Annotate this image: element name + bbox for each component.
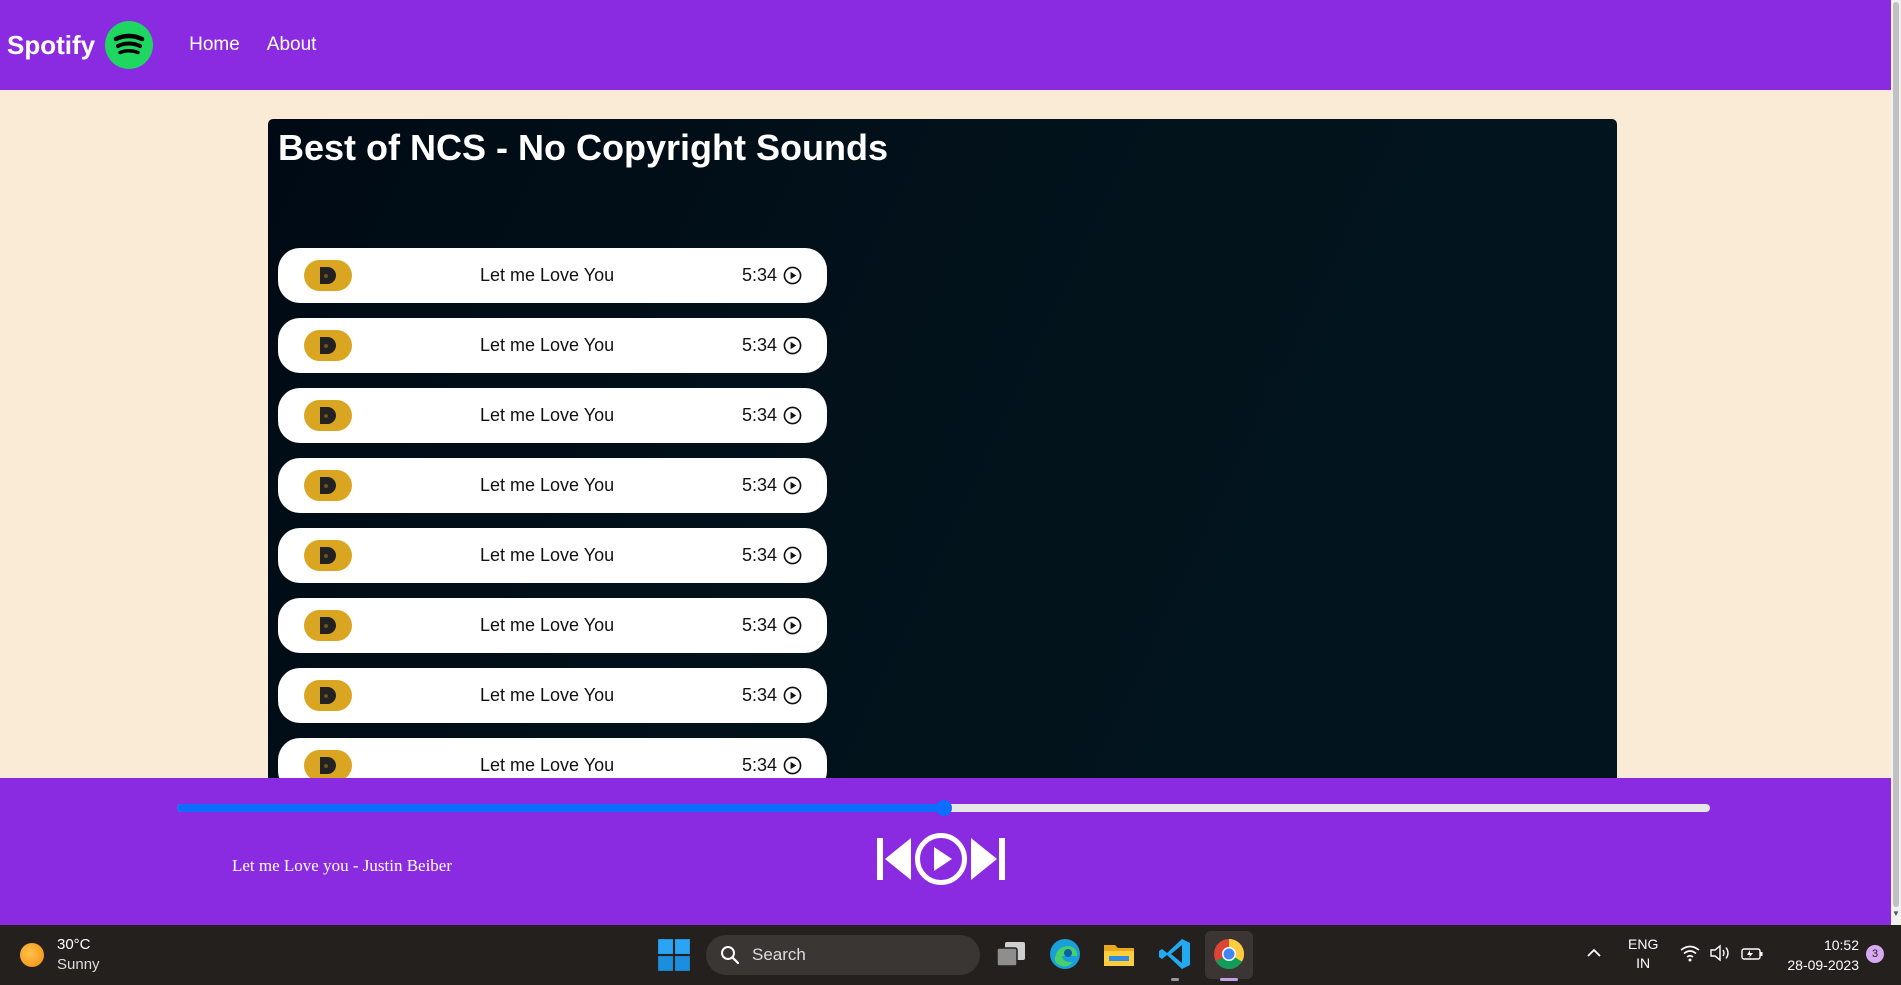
weather-condition: Sunny <box>57 956 100 973</box>
taskbar-search[interactable]: Search <box>706 935 980 975</box>
song-cover-icon <box>304 680 352 711</box>
song-name: Let me Love You <box>480 685 615 705</box>
clock-date: 28-09-2023 <box>1787 957 1859 973</box>
volume-icon[interactable] <box>1709 944 1731 962</box>
sun-icon <box>20 943 44 967</box>
play-circle-icon[interactable] <box>783 336 802 355</box>
play-circle-icon[interactable] <box>783 406 802 425</box>
song-duration: 5:34 <box>742 615 778 635</box>
scrollbar-thumb[interactable] <box>1893 2 1899 907</box>
previous-icon[interactable] <box>875 836 913 882</box>
clock-time: 10:52 <box>1823 937 1859 953</box>
play-icon[interactable] <box>914 832 968 886</box>
song-item[interactable]: Let me Love You 5:34 <box>278 318 827 373</box>
search-placeholder: Search <box>752 945 806 964</box>
file-explorer-icon[interactable] <box>1101 936 1137 972</box>
play-circle-icon[interactable] <box>783 616 802 635</box>
song-duration: 5:34 <box>742 545 778 565</box>
clock[interactable]: 10:52 28-09-2023 <box>1775 935 1859 975</box>
region-code: IN <box>1636 955 1651 971</box>
play-circle-icon[interactable] <box>783 756 802 775</box>
taskbar: 30°C Sunny Search ENG IN 10:52 28-09-202… <box>0 925 1901 985</box>
search-icon <box>721 946 740 965</box>
brand-name[interactable]: Spotify <box>7 30 95 61</box>
song-name: Let me Love You <box>480 335 615 355</box>
vscode-running-indicator <box>1171 978 1179 981</box>
weather-widget[interactable]: 30°C Sunny <box>20 935 100 975</box>
song-cover-icon <box>304 540 352 571</box>
song-name: Let me Love You <box>480 475 615 495</box>
song-name: Let me Love You <box>480 545 615 565</box>
page-scrollbar[interactable]: ▼ <box>1891 0 1901 925</box>
song-list: Let me Love You 5:34 Let me Love You 5:3… <box>278 248 827 779</box>
song-duration: 5:34 <box>742 405 778 425</box>
progress-fill <box>177 804 944 812</box>
song-name: Let me Love You <box>480 755 615 775</box>
song-cover-icon <box>304 400 352 431</box>
play-circle-icon[interactable] <box>783 546 802 565</box>
play-circle-icon[interactable] <box>783 266 802 285</box>
song-item[interactable]: Let me Love You 5:34 <box>278 458 827 513</box>
windows-start-icon[interactable] <box>656 937 692 973</box>
battery-icon[interactable] <box>1740 944 1764 962</box>
song-duration: 5:34 <box>742 335 778 355</box>
song-item[interactable]: Let me Love You 5:34 <box>278 388 827 443</box>
scroll-down-icon[interactable]: ▼ <box>1892 909 1900 918</box>
spotify-logo-icon[interactable] <box>105 21 154 69</box>
play-circle-icon[interactable] <box>783 686 802 705</box>
now-playing-text: Let me Love you - Justin Beiber <box>232 856 453 875</box>
song-cover-icon <box>304 470 352 501</box>
song-duration: 5:34 <box>742 265 778 285</box>
edge-icon[interactable] <box>1047 936 1083 972</box>
song-cover-icon <box>304 750 352 779</box>
player-controls <box>875 832 1007 886</box>
vscode-icon[interactable] <box>1157 936 1193 972</box>
brand[interactable]: Spotify <box>7 21 154 69</box>
song-item[interactable]: Let me Love You 5:34 <box>278 248 827 303</box>
song-duration: 5:34 <box>742 475 778 495</box>
song-cover-icon <box>304 610 352 641</box>
song-duration: 5:34 <box>742 685 778 705</box>
song-duration: 5:34 <box>742 755 778 775</box>
nav-links: Home About <box>189 34 343 56</box>
wifi-icon[interactable] <box>1680 944 1700 962</box>
song-cover-icon <box>304 330 352 361</box>
notification-badge[interactable]: 3 <box>1866 945 1884 963</box>
song-name: Let me Love You <box>480 615 615 635</box>
song-item[interactable]: Let me Love You 5:34 <box>278 598 827 653</box>
song-item[interactable]: Let me Love You 5:34 <box>278 528 827 583</box>
play-circle-icon[interactable] <box>783 476 802 495</box>
song-item[interactable]: Let me Love You 5:34 <box>278 668 827 723</box>
nav-link-home[interactable]: Home <box>189 34 240 56</box>
progress-bar[interactable] <box>177 800 1710 816</box>
task-view-icon[interactable] <box>993 936 1029 972</box>
song-name: Let me Love You <box>480 265 615 285</box>
language-code: ENG <box>1628 936 1659 952</box>
playlist-container: Best of NCS - No Copyright Sounds Let me… <box>268 119 1617 779</box>
weather-temp: 30°C <box>57 936 91 953</box>
playlist-title: Best of NCS - No Copyright Sounds <box>278 127 888 168</box>
progress-thumb[interactable] <box>935 800 952 816</box>
chrome-active-indicator <box>1220 978 1238 981</box>
language-indicator[interactable]: ENG IN <box>1628 935 1658 973</box>
player-bar: Let me Love you - Justin Beiber <box>0 778 1891 925</box>
song-cover-icon <box>304 260 352 291</box>
chevron-up-icon[interactable] <box>1586 945 1602 961</box>
nav-link-about[interactable]: About <box>267 34 317 56</box>
song-name: Let me Love You <box>480 405 615 425</box>
chrome-icon[interactable] <box>1211 936 1247 972</box>
song-item[interactable]: Let me Love You 5:34 <box>278 738 827 779</box>
navbar: Spotify Home About <box>0 0 1891 90</box>
next-icon[interactable] <box>969 836 1007 882</box>
